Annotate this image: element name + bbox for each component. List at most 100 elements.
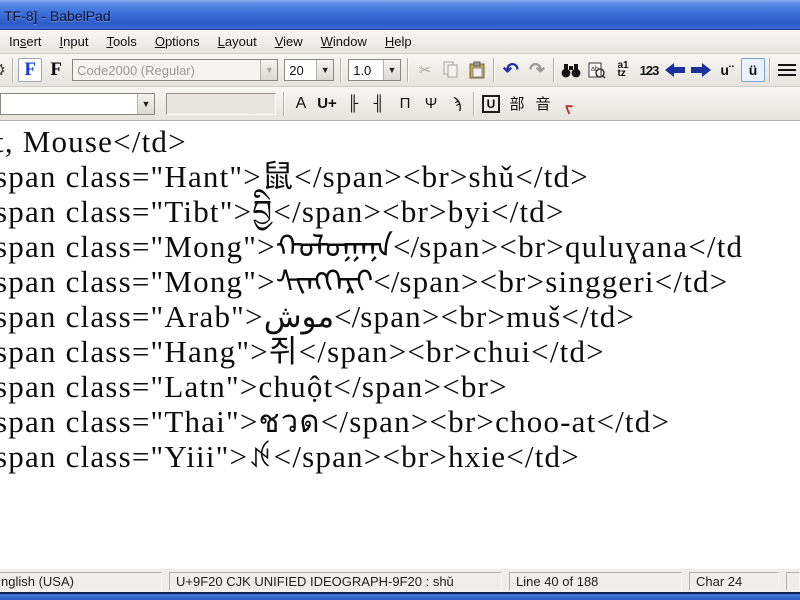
- status-language: nglish (USA): [0, 571, 162, 591]
- u-plus-icon: U+: [317, 95, 337, 112]
- redo-button[interactable]: ↷: [525, 58, 549, 82]
- editor-line: span class="Mong">ᠬᠤᠯᠤᠭᠠᠨᠠ</span><br>qul…: [0, 229, 744, 264]
- mongolian-glyph-icon: Π: [399, 95, 411, 112]
- next-button[interactable]: [689, 58, 713, 82]
- zoom-value: 1.0: [349, 60, 384, 80]
- block-combobox[interactable]: ▼: [0, 92, 155, 115]
- font-size-value: 20: [285, 60, 317, 80]
- status-char-info: U+9F20 CJK UNIFIED IDEOGRAPH-9F20 : shǔ: [169, 571, 502, 591]
- chevron-down-icon[interactable]: ▼: [383, 60, 401, 80]
- toolbar-separator: [473, 91, 475, 116]
- numbers-icon: 123: [639, 62, 660, 78]
- line-wrap-button[interactable]: [775, 58, 799, 82]
- find-button[interactable]: [559, 58, 583, 82]
- toolbar-separator: [283, 91, 285, 116]
- pinyin-lookup-button[interactable]: 音: [531, 92, 555, 116]
- menu-item-input[interactable]: Input: [51, 31, 98, 53]
- cut-button[interactable]: ✂: [413, 58, 437, 82]
- menu-item-tools[interactable]: Tools: [97, 31, 145, 53]
- menu-item-insert[interactable]: Insert: [0, 31, 51, 53]
- editor-line: span class="Mong">ᠰᠢᠩᠭᠡᠷᠢ</span><br>sing…: [0, 264, 729, 299]
- undo-button[interactable]: ↶: [499, 58, 523, 82]
- toolbar-separator: [553, 58, 556, 82]
- copy-button[interactable]: [439, 58, 463, 82]
- editor-line: span class="Arab">موش</span><br>muš</td>: [0, 299, 636, 334]
- mongolian-glyph-icon: ╢: [373, 95, 385, 112]
- gear-icon[interactable]: ⚙: [0, 60, 9, 81]
- editor-line: span class="Latn">chuột</span><br>: [0, 369, 508, 404]
- mongolian-variant-5-button[interactable]: ϡ: [445, 92, 469, 116]
- find-replace-button[interactable]: ab: [585, 58, 609, 82]
- codepoint-mode-button[interactable]: U+: [315, 92, 339, 116]
- toolbar-separator: [769, 58, 772, 82]
- mongolian-glyph-icon: Ψ: [424, 95, 438, 112]
- mongolian-lookup-button[interactable]: ᠵ: [557, 92, 581, 117]
- font-plain-toggle-button[interactable]: F: [44, 58, 68, 82]
- right-arrow-icon: [691, 63, 712, 77]
- mongolian-variant-1-button[interactable]: ╟: [341, 92, 365, 116]
- status-bar: nglish (USA) U+9F20 CJK UNIFIED IDEOGRAP…: [0, 568, 800, 592]
- editor-line: span class="Hant">鼠</span><br>shǔ</td>: [0, 159, 589, 194]
- toolbar-separator: [493, 58, 496, 82]
- chevron-down-icon[interactable]: ▼: [260, 60, 278, 80]
- find-replace-icon: ab: [588, 62, 606, 79]
- boxed-u-icon: U: [481, 94, 501, 113]
- menu-item-window[interactable]: Window: [312, 31, 376, 53]
- zoom-combobox[interactable]: 1.0 ▼: [348, 59, 402, 81]
- convert-case-button[interactable]: a1 tz: [611, 58, 635, 82]
- title-bar[interactable]: TF-8] - BabelPad: [0, 0, 800, 30]
- status-extra-panel: [786, 571, 800, 591]
- mongolian-glyph-icon: ϡ: [452, 95, 462, 112]
- pinyin-icon: 音: [535, 96, 551, 113]
- editor-line: span class="Hang">쥐</span><br>chui</td>: [0, 334, 605, 369]
- status-char-position: Char 24: [689, 571, 779, 591]
- menu-item-view[interactable]: View: [266, 31, 312, 53]
- red-mongolian-icon: ᠵ: [565, 99, 573, 117]
- editor-line: t, Mouse</td>: [0, 124, 187, 159]
- u-diaeresis-separate-icon: u¨: [720, 62, 734, 78]
- chevron-down-icon[interactable]: ▼: [316, 60, 334, 80]
- numbers-button[interactable]: 123: [637, 58, 661, 82]
- u-diaeresis-composed-icon: ü: [748, 62, 758, 78]
- unicode-data-button[interactable]: U: [479, 92, 503, 116]
- menu-bar: Insert Input Tools Options Layout View W…: [0, 30, 800, 54]
- scissors-icon: ✂: [418, 61, 432, 79]
- toolbar-separator: [12, 58, 15, 82]
- toolbar-main: ⚙ F F Code2000 (Regular) ▼ 20 ▼ 1.0 ▼ ✂ …: [0, 54, 800, 87]
- redo-icon: ↷: [529, 59, 545, 81]
- paste-button[interactable]: [465, 58, 489, 82]
- window-title: TF-8] - BabelPad: [4, 7, 111, 24]
- taskbar-edge: [0, 592, 800, 600]
- black-f-icon: F: [50, 59, 62, 80]
- clipboard-paste-icon: [469, 61, 485, 79]
- binoculars-icon: [561, 64, 581, 78]
- toolbar-secondary: ▼ A U+ ╟ ╢ Π Ψ ϡ U 部 音 ᠵ: [0, 87, 800, 121]
- lines-icon: [778, 64, 797, 76]
- case-bottom-label: tz: [617, 68, 626, 79]
- letter-a-icon: A: [295, 94, 307, 112]
- character-preview-field: [166, 92, 276, 115]
- undo-icon: ↶: [503, 59, 519, 81]
- mongolian-variant-2-button[interactable]: ╢: [367, 92, 391, 116]
- font-name-combobox[interactable]: Code2000 (Regular) ▼: [72, 59, 279, 81]
- mongolian-variant-4-button[interactable]: Ψ: [419, 92, 443, 116]
- text-editor[interactable]: t, Mouse</td> span class="Hant">鼠</span>…: [0, 121, 800, 568]
- chevron-down-icon[interactable]: ▼: [137, 93, 154, 114]
- left-arrow-icon: [665, 63, 686, 77]
- radical-lookup-button[interactable]: 部: [505, 92, 529, 116]
- mongolian-variant-3-button[interactable]: Π: [393, 92, 417, 116]
- font-color-toggle-button[interactable]: F: [18, 58, 43, 82]
- toolbar-separator: [407, 58, 410, 82]
- toolbar-separator: [340, 58, 343, 82]
- font-size-combobox[interactable]: 20 ▼: [284, 59, 335, 81]
- character-mode-button[interactable]: A: [289, 92, 313, 116]
- menu-item-layout[interactable]: Layout: [209, 31, 266, 53]
- font-name-value: Code2000 (Regular): [73, 60, 261, 80]
- editor-line: span class="Yiii">ꉌ</span><br>hxie</td>: [0, 439, 580, 474]
- decomposed-toggle-button[interactable]: u¨: [715, 58, 739, 82]
- copy-icon: [443, 61, 458, 78]
- menu-item-options[interactable]: Options: [146, 31, 209, 53]
- composed-toggle-button[interactable]: ü: [741, 58, 766, 82]
- menu-item-help[interactable]: Help: [376, 31, 421, 53]
- previous-button[interactable]: [663, 58, 687, 82]
